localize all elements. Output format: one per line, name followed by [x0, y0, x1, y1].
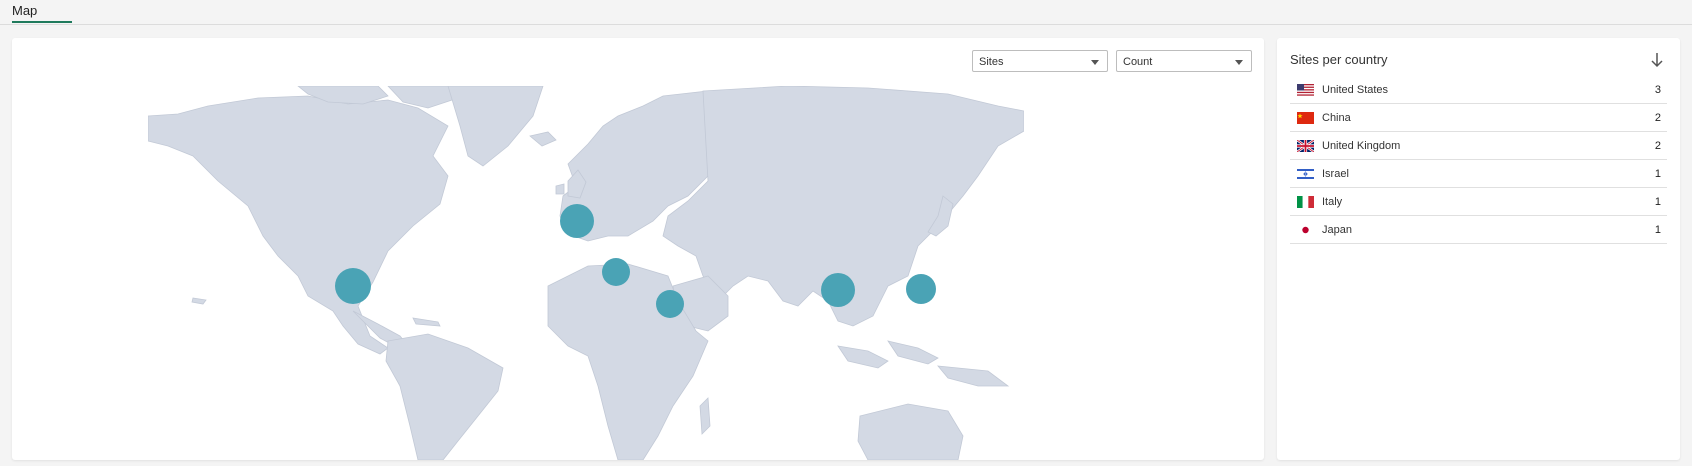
metric-select[interactable]: Sites — [972, 50, 1108, 72]
list-item[interactable]: United States 3 — [1290, 76, 1667, 104]
marker-united-kingdom[interactable] — [560, 204, 594, 238]
us-flag-icon — [1297, 83, 1314, 96]
panel-title: Sites per country — [1290, 52, 1388, 67]
country-list: United States 3 China 2 United Kingdom 2 — [1290, 76, 1667, 244]
active-tab-indicator — [12, 21, 72, 23]
country-count: 2 — [1654, 139, 1661, 152]
list-item[interactable]: China 2 — [1290, 104, 1667, 132]
measure-select-value: Count — [1123, 56, 1153, 68]
italy-flag-icon — [1297, 195, 1314, 208]
country-name: Israel — [1322, 167, 1349, 180]
country-count: 1 — [1654, 223, 1661, 236]
chevron-down-icon — [1235, 60, 1243, 65]
marker-italy[interactable] — [602, 258, 630, 286]
country-name: Japan — [1322, 223, 1352, 236]
country-count: 3 — [1654, 83, 1661, 96]
country-name: Italy — [1322, 195, 1343, 208]
land-masses — [148, 86, 1024, 460]
sort-down-arrow-icon[interactable] — [1650, 52, 1664, 68]
map-panel: Sites Count — [12, 38, 1264, 460]
country-name: China — [1322, 111, 1351, 124]
chevron-down-icon — [1091, 60, 1099, 65]
measure-select[interactable]: Count — [1116, 50, 1252, 72]
tab-map[interactable]: Map — [12, 3, 37, 22]
country-name: United Kingdom — [1322, 139, 1401, 152]
marker-japan[interactable] — [906, 274, 936, 304]
list-item[interactable]: Japan 1 — [1290, 216, 1667, 244]
list-item[interactable]: Israel 1 — [1290, 160, 1667, 188]
israel-flag-icon — [1297, 167, 1314, 180]
marker-united-states[interactable] — [335, 268, 371, 304]
sites-per-country-panel: Sites per country United States 3 China … — [1277, 38, 1680, 460]
marker-china[interactable] — [821, 273, 855, 307]
china-flag-icon — [1297, 111, 1314, 124]
metric-select-value: Sites — [979, 56, 1004, 68]
country-count: 2 — [1654, 111, 1661, 124]
world-map[interactable] — [148, 86, 1024, 460]
japan-flag-icon — [1297, 223, 1314, 236]
country-count: 1 — [1654, 167, 1661, 180]
list-item[interactable]: Italy 1 — [1290, 188, 1667, 216]
marker-israel[interactable] — [656, 290, 684, 318]
list-item[interactable]: United Kingdom 2 — [1290, 132, 1667, 160]
tab-bar: Map — [0, 0, 1692, 25]
country-count: 1 — [1654, 195, 1661, 208]
country-name: United States — [1322, 83, 1389, 96]
uk-flag-icon — [1297, 139, 1314, 152]
